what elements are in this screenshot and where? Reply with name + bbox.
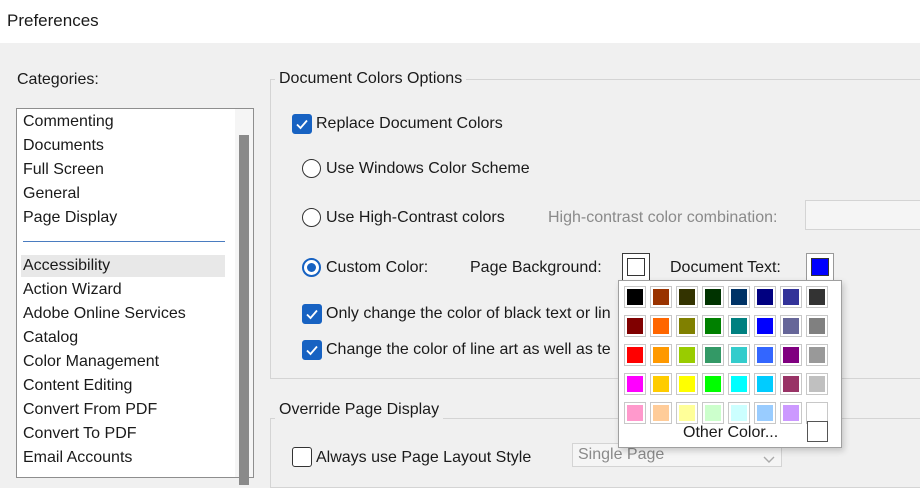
high-contrast-combination-label: High-contrast color combination:	[548, 209, 778, 226]
scrollbar-thumb[interactable]	[239, 135, 249, 485]
palette-color-swatch[interactable]	[624, 402, 646, 424]
document-text-swatch-button[interactable]	[806, 253, 834, 281]
document-text-label: Document Text:	[670, 259, 781, 276]
palette-color-swatch[interactable]	[702, 315, 724, 337]
document-text-swatch	[811, 258, 829, 276]
palette-color-swatch[interactable]	[650, 344, 672, 366]
palette-color-swatch[interactable]	[650, 373, 672, 395]
line-art-checkbox[interactable]	[302, 340, 322, 360]
palette-color-swatch[interactable]	[780, 286, 802, 308]
palette-color-swatch[interactable]	[702, 373, 724, 395]
replace-document-colors-checkbox[interactable]	[292, 114, 312, 134]
palette-color-swatch[interactable]	[650, 402, 672, 424]
document-colors-title: Document Colors Options	[275, 70, 467, 88]
palette-color-swatch[interactable]	[754, 315, 776, 337]
replace-document-colors-label[interactable]: Replace Document Colors	[316, 115, 503, 133]
palette-color-swatch[interactable]	[754, 373, 776, 395]
category-item[interactable]: Email Accounts	[23, 447, 225, 469]
categories-list[interactable]: Commenting Documents Full Screen General Pag…	[16, 108, 254, 485]
palette-color-swatch[interactable]	[650, 286, 672, 308]
always-use-layout-label[interactable]: Always use Page Layout Style	[316, 449, 531, 467]
high-contrast-combination-select	[805, 200, 920, 230]
palette-color-swatch[interactable]	[702, 402, 724, 424]
palette-color-swatch[interactable]	[702, 286, 724, 308]
line-art-label[interactable]: Change the color of line art as well as …	[326, 341, 611, 359]
only-black-text-checkbox[interactable]	[302, 304, 322, 324]
category-item[interactable]: Documents	[23, 135, 225, 157]
palette-color-swatch[interactable]	[728, 373, 750, 395]
palette-color-swatch[interactable]	[754, 344, 776, 366]
other-color-swatch[interactable]	[807, 421, 828, 442]
palette-color-swatch[interactable]	[676, 315, 698, 337]
page-background-swatch	[627, 258, 645, 276]
palette-color-swatch[interactable]	[676, 402, 698, 424]
palette-color-swatch[interactable]	[624, 286, 646, 308]
palette-color-swatch[interactable]	[624, 373, 646, 395]
palette-color-swatch[interactable]	[624, 344, 646, 366]
always-use-layout-checkbox[interactable]	[292, 447, 312, 467]
palette-color-swatch[interactable]	[650, 315, 672, 337]
high-contrast-label[interactable]: Use High-Contrast colors	[326, 209, 505, 227]
title-bar: Preferences	[0, 0, 920, 43]
category-item[interactable]: Full Screen	[23, 159, 225, 181]
palette-color-swatch[interactable]	[754, 402, 776, 424]
page-layout-value: Single Page	[578, 446, 665, 463]
palette-color-swatch[interactable]	[806, 286, 828, 308]
categories-label: Categories:	[17, 71, 99, 88]
palette-color-swatch[interactable]	[676, 373, 698, 395]
palette-color-swatch[interactable]	[754, 286, 776, 308]
palette-color-swatch[interactable]	[702, 344, 724, 366]
palette-color-swatch[interactable]	[676, 286, 698, 308]
palette-color-swatch[interactable]	[728, 315, 750, 337]
category-item[interactable]: Action Wizard	[23, 279, 225, 301]
windows-color-scheme-label[interactable]: Use Windows Color Scheme	[326, 160, 530, 178]
chevron-down-icon	[763, 449, 775, 471]
override-page-display-title: Override Page Display	[275, 401, 444, 419]
palette-color-swatch[interactable]	[624, 315, 646, 337]
page-background-swatch-button[interactable]	[622, 253, 650, 281]
category-item[interactable]: Page Display	[23, 207, 225, 229]
other-color-option[interactable]: Other Color...	[683, 424, 778, 442]
palette-color-swatch[interactable]	[780, 344, 802, 366]
custom-color-radio[interactable]	[302, 258, 321, 277]
palette-color-swatch[interactable]	[728, 344, 750, 366]
category-item[interactable]: Adobe Online Services	[23, 303, 225, 325]
page-background-label: Page Background:	[470, 259, 602, 276]
palette-color-swatch[interactable]	[806, 373, 828, 395]
category-item[interactable]: Convert To PDF	[23, 423, 225, 445]
categories-scrollbar[interactable]	[235, 109, 253, 485]
palette-color-swatch[interactable]	[780, 402, 802, 424]
category-item[interactable]: Catalog	[23, 327, 225, 349]
category-item[interactable]: Convert From PDF	[23, 399, 225, 421]
category-item[interactable]: Color Management	[23, 351, 225, 373]
category-item[interactable]: Content Editing	[23, 375, 225, 397]
category-separator	[23, 241, 225, 242]
custom-color-label[interactable]: Custom Color:	[326, 259, 428, 277]
window-title: Preferences	[7, 11, 99, 30]
category-item[interactable]: Commenting	[23, 111, 225, 133]
high-contrast-radio[interactable]	[302, 208, 321, 227]
category-item[interactable]: Accessibility	[21, 255, 225, 277]
windows-color-scheme-radio[interactable]	[302, 159, 321, 178]
palette-color-swatch[interactable]	[780, 373, 802, 395]
palette-color-swatch[interactable]	[728, 286, 750, 308]
palette-color-swatch[interactable]	[806, 344, 828, 366]
palette-color-swatch[interactable]	[676, 344, 698, 366]
palette-color-swatch[interactable]	[806, 315, 828, 337]
palette-color-swatch[interactable]	[780, 315, 802, 337]
only-black-text-label[interactable]: Only change the color of black text or l…	[326, 305, 611, 323]
color-palette-popup: Other Color...	[618, 280, 842, 448]
category-item[interactable]: General	[23, 183, 225, 205]
palette-color-swatch[interactable]	[728, 402, 750, 424]
